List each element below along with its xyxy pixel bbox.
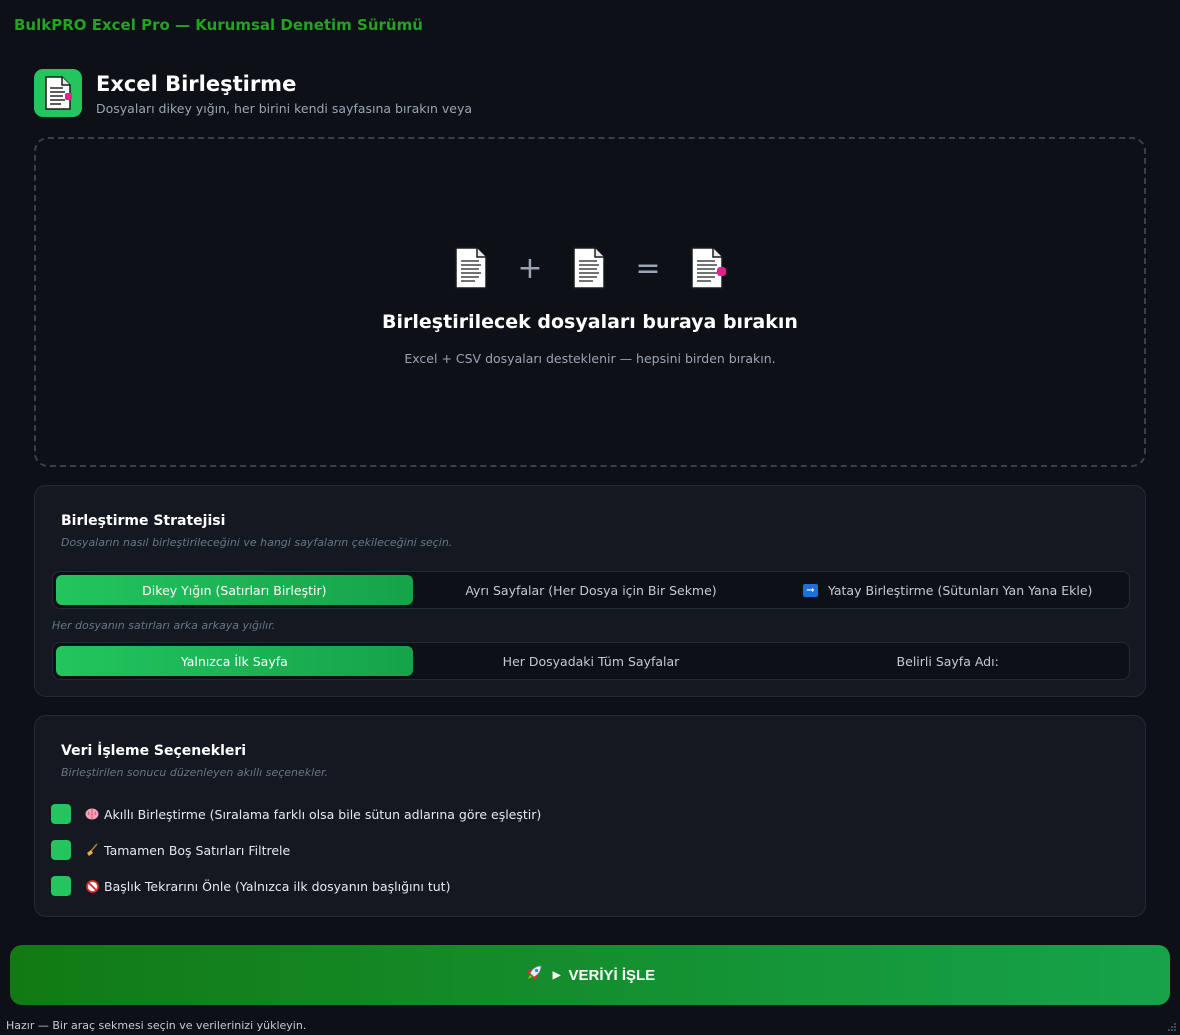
prevent-header-repeat-checkbox[interactable] bbox=[51, 876, 71, 896]
option-prevent-header-repeat: Başlık Tekrarını Önle (Yalnızca ilk dosy… bbox=[51, 876, 450, 896]
sheet-first-only-label: Yalnızca İlk Sayfa bbox=[180, 653, 288, 669]
status-bar-text: Hazır — Bir araç sekmesi seçin ve verile… bbox=[6, 1019, 307, 1032]
sheet-all-sheets[interactable]: Her Dosyadaki Tüm Sayfalar bbox=[413, 646, 770, 676]
processing-subtitle: Birleştirilen sonucu düzenleyen akıllı s… bbox=[61, 766, 328, 779]
spreadsheet-merge-icon bbox=[34, 69, 82, 117]
page-subtitle: Dosyaları dikey yığın, her birini kendi … bbox=[96, 100, 473, 116]
smart-merge-checkbox[interactable] bbox=[51, 804, 71, 824]
page-title: Excel Birleştirme bbox=[96, 71, 297, 96]
equals-sign: = bbox=[635, 250, 661, 286]
mode-horizontal-merge[interactable]: ➞ Yatay Birleştirme (Sütunları Yan Yana … bbox=[769, 575, 1126, 605]
strategy-title: Birleştirme Stratejisi bbox=[61, 513, 226, 529]
merge-illustration: + = bbox=[36, 247, 1144, 289]
brain-icon bbox=[83, 808, 101, 820]
mode-vertical-stack[interactable]: Dikey Yığın (Satırları Birleştir) bbox=[56, 575, 413, 605]
option-filter-empty-rows: Tamamen Boş Satırları Filtrele bbox=[51, 840, 290, 860]
mode-vertical-stack-label: Dikey Yığın (Satırları Birleştir) bbox=[142, 582, 327, 598]
merge-mode-selector: Dikey Yığın (Satırları Birleştir) Ayrı S… bbox=[52, 571, 1130, 609]
option-smart-merge: Akıllı Birleştirme (Sıralama farklı olsa… bbox=[51, 804, 541, 824]
strategy-subtitle: Dosyaların nasıl birleştirileceğini ve h… bbox=[61, 536, 453, 549]
page-header: Excel Birleştirme Dosyaları dikey yığın,… bbox=[34, 69, 472, 117]
mode-separate-sheets-label: Ayrı Sayfalar (Her Dosya için Bir Sekme) bbox=[465, 582, 717, 598]
process-data-label: VERİYİ İŞLE bbox=[568, 966, 656, 984]
right-arrow-icon: ➞ bbox=[802, 583, 818, 597]
rocket-icon bbox=[525, 964, 543, 986]
no-entry-icon bbox=[83, 879, 101, 893]
sheet-all-sheets-label: Her Dosyadaki Tüm Sayfalar bbox=[502, 653, 680, 669]
process-data-button[interactable]: ▶ VERİYİ İŞLE bbox=[10, 945, 1170, 1005]
file-dropzone[interactable]: + = Birleştirilecek dosyaları buraya bır… bbox=[34, 137, 1146, 467]
processing-card: Veri İşleme Seçenekleri Birleştirilen so… bbox=[34, 715, 1146, 917]
app-title: BulkPRO Excel Pro — Kurumsal Denetim Sür… bbox=[14, 16, 423, 34]
sheet-selector: Yalnızca İlk Sayfa Her Dosyadaki Tüm Say… bbox=[52, 642, 1130, 680]
play-icon: ▶ bbox=[552, 969, 561, 981]
sheet-first-only[interactable]: Yalnızca İlk Sayfa bbox=[56, 646, 413, 676]
mode-separate-sheets[interactable]: Ayrı Sayfalar (Her Dosya için Bir Sekme) bbox=[413, 575, 770, 605]
merged-document-icon bbox=[691, 247, 726, 289]
strategy-card: Birleştirme Stratejisi Dosyaların nasıl … bbox=[34, 485, 1146, 697]
broom-icon bbox=[83, 843, 101, 857]
sheet-specific-name-label: Belirli Sayfa Adı: bbox=[896, 653, 999, 669]
dropzone-subtitle: Excel + CSV dosyaları desteklenir — heps… bbox=[404, 351, 776, 366]
prevent-header-repeat-label: Başlık Tekrarını Önle (Yalnızca ilk dosy… bbox=[104, 878, 451, 894]
smart-merge-label: Akıllı Birleştirme (Sıralama farklı olsa… bbox=[104, 806, 542, 822]
resize-grip-icon[interactable] bbox=[1167, 1022, 1177, 1032]
processing-title: Veri İşleme Seçenekleri bbox=[61, 743, 247, 759]
sheet-specific-name[interactable]: Belirli Sayfa Adı: bbox=[769, 646, 1126, 676]
filter-empty-rows-label: Tamamen Boş Satırları Filtrele bbox=[104, 842, 291, 858]
mode-hint: Her dosyanın satırları arka arkaya yığıl… bbox=[52, 619, 276, 632]
mode-horizontal-merge-label: Yatay Birleştirme (Sütunları Yan Yana Ek… bbox=[827, 582, 1093, 598]
dropzone-title: Birleştirilecek dosyaları buraya bırakın bbox=[382, 311, 798, 333]
filter-empty-rows-checkbox[interactable] bbox=[51, 840, 71, 860]
document-icon bbox=[573, 247, 605, 289]
document-icon bbox=[455, 247, 487, 289]
plus-sign: + bbox=[517, 250, 543, 286]
